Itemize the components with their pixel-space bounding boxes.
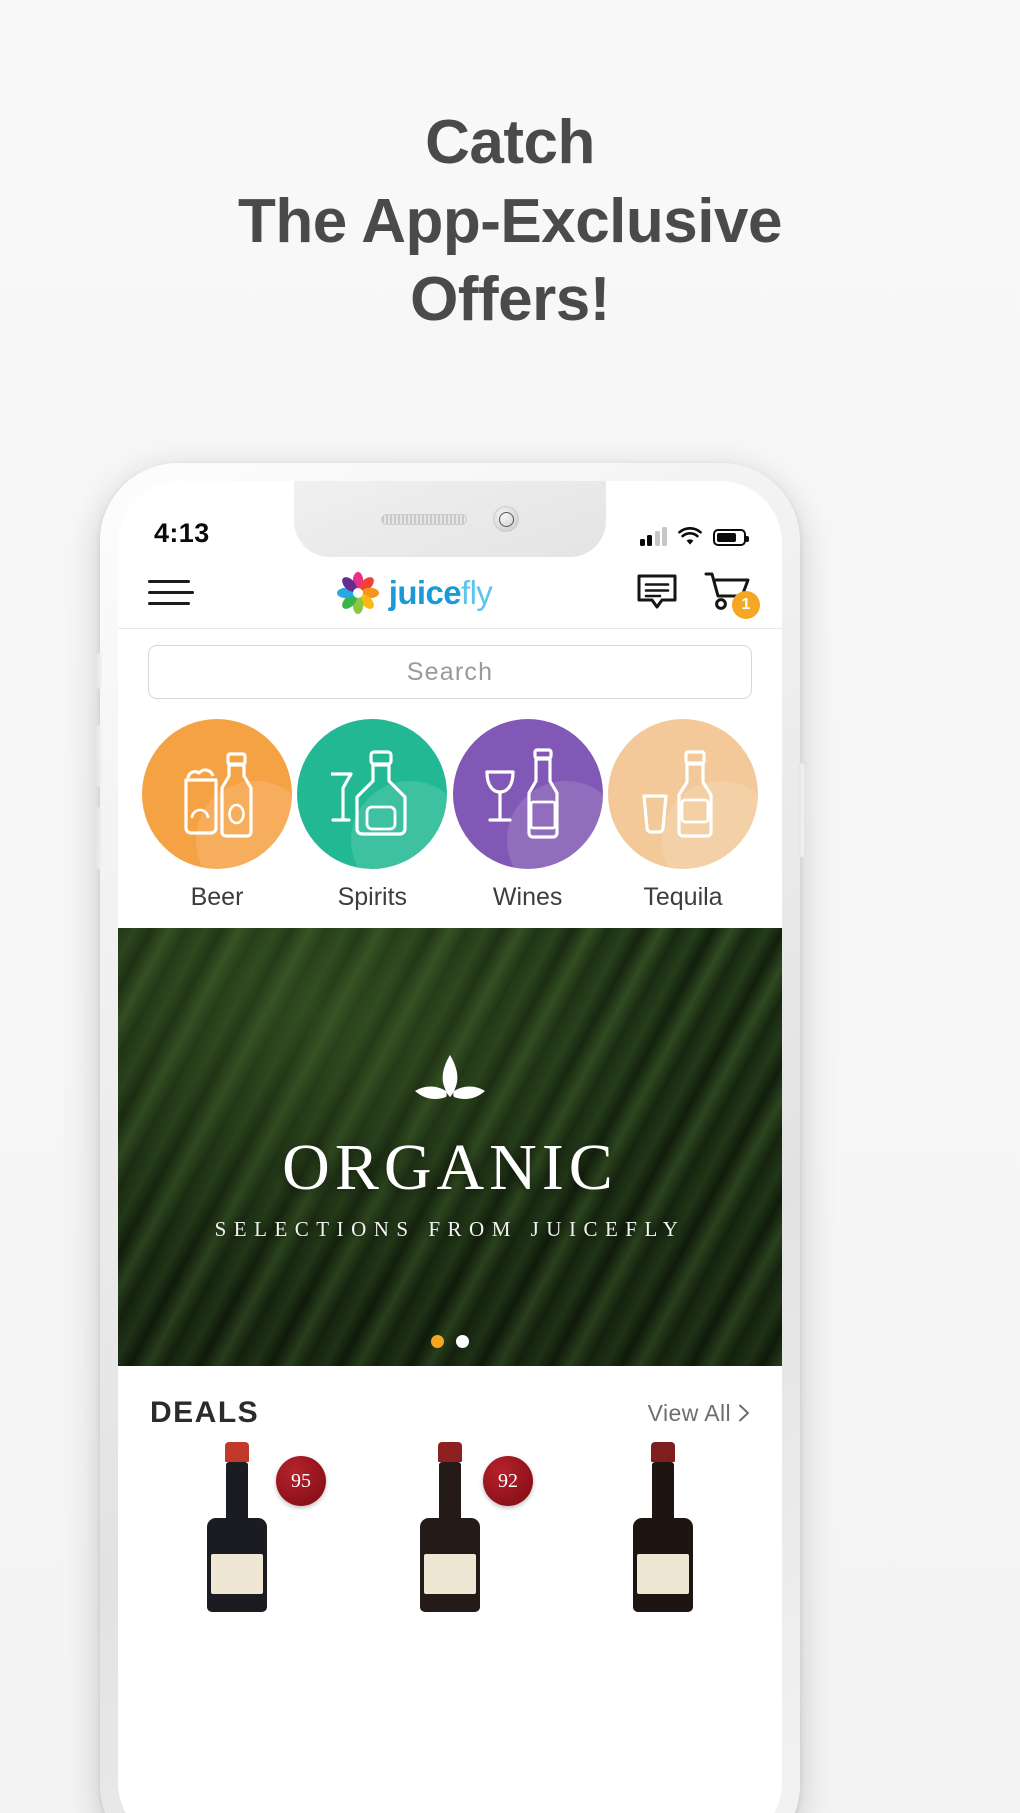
leaf-icon [415,1054,485,1099]
promo-page: Catch The App-Exclusive Offers! 4:13 jui… [0,0,1020,1813]
search-input[interactable]: Search [148,645,752,699]
beer-glass-and-bottle-icon [142,719,292,869]
headline-line-2: The App-Exclusive [238,186,782,256]
carousel-dot[interactable] [456,1335,469,1348]
category-label: Beer [190,883,244,911]
volume-down-button[interactable] [96,807,102,869]
carousel-dots [431,1335,469,1348]
view-all-button[interactable]: View All [648,1400,750,1427]
deal-item[interactable]: 95 [144,1442,332,1612]
category-label: Tequila [643,883,723,911]
tequila-bottle-and-shot-icon [607,719,758,869]
banner-title: ORGANIC [282,1130,618,1204]
cart-button[interactable]: 1 [704,571,760,619]
deals-section-title: DEALS [150,1396,260,1429]
app-header: juicefly 1 [118,557,782,629]
page-title: Catch The App-Exclusive Offers! [0,104,1020,340]
banner-subtitle: SELECTIONS FROM JUICEFLY [214,1216,686,1241]
chat-bubble-icon[interactable] [636,574,678,612]
red-wine-bottle-icon [207,1442,267,1612]
headline-line-3: Offers! [410,265,610,335]
brand-logo[interactable]: juicefly [336,571,493,615]
category-item-spirits[interactable]: Spirits [297,719,448,912]
search-section: Search [118,629,782,711]
deals-list: 95 92 [118,1442,782,1612]
power-button[interactable] [798,763,804,857]
battery-icon [713,529,749,546]
red-wine-bottle-icon [633,1442,693,1612]
signal-bars-icon [639,527,667,546]
wifi-icon [678,527,702,545]
volume-up-button[interactable] [96,725,102,787]
status-bar: 4:13 [118,481,782,557]
headline-line-1: Catch [425,108,595,177]
category-label: Spirits [337,883,408,911]
category-item-tequila[interactable]: Tequila [607,719,758,912]
deal-item[interactable]: 92 [357,1442,543,1612]
mute-switch[interactable] [96,653,102,689]
category-item-wines[interactable]: Wines [452,719,603,912]
category-item-beer[interactable]: Beer [142,719,292,912]
brand-name-part2: fly [461,573,493,611]
phone-screen: 4:13 juicefly 1 Search Beer Spirits Wine… [118,481,782,1813]
score-badge: 92 [477,1450,539,1512]
deals-header: DEALS View All [118,1366,782,1442]
status-bar-indicators [639,527,749,549]
wine-glass-and-bottle-icon [452,719,603,869]
carousel-dot-active[interactable] [431,1335,444,1348]
juicefly-pinwheel-icon [336,571,379,614]
spirits-decanter-icon [297,719,448,869]
score-badge: 95 [270,1450,332,1512]
deal-item[interactable] [570,1442,756,1612]
status-bar-clock: 4:13 [154,518,210,548]
hamburger-menu-icon[interactable] [148,579,194,606]
promo-banner-carousel[interactable]: ORGANIC SELECTIONS FROM JUICEFLY [118,928,782,1366]
phone-mockup: 4:13 juicefly 1 Search Beer Spirits Wine… [96,463,804,1813]
search-placeholder: Search [406,657,494,686]
red-wine-bottle-icon [420,1442,480,1612]
category-label: Wines [492,883,563,911]
chevron-right-icon [739,1404,749,1422]
view-all-label: View All [647,1399,731,1426]
brand-name-part1: juice [388,573,462,611]
app-header-actions: 1 [636,571,760,619]
category-list: Beer Spirits Wines Tequila [118,711,782,928]
cart-badge: 1 [732,590,760,619]
brand-name: juicefly [388,573,493,612]
